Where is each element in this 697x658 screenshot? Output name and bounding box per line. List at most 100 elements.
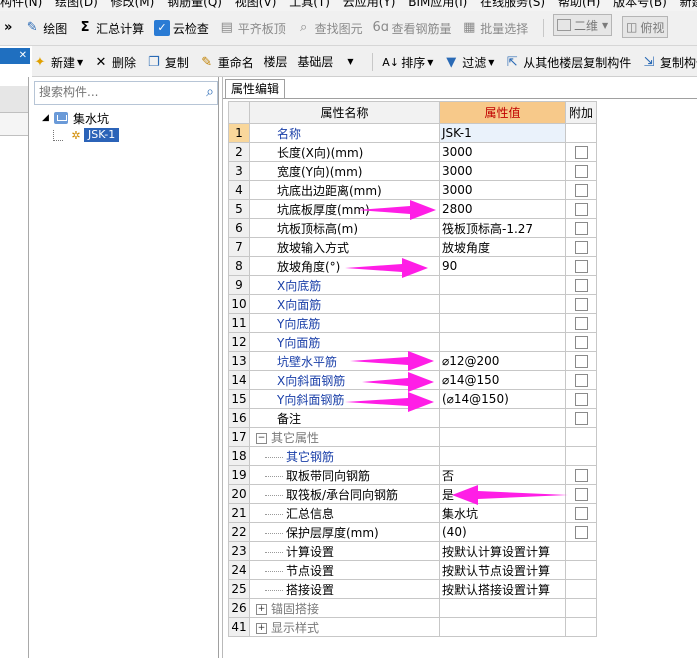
panel-tab-stub[interactable]: ✕: [0, 48, 30, 64]
property-value[interactable]: [439, 446, 566, 466]
table-row[interactable]: 2 长度(X向)(mm) 3000: [228, 142, 597, 162]
extra-checkbox[interactable]: [574, 279, 588, 292]
property-value[interactable]: 是: [439, 484, 566, 504]
extra-checkbox[interactable]: [574, 298, 588, 311]
menu-modify[interactable]: 修改(M): [111, 0, 155, 8]
extra-checkbox[interactable]: [574, 488, 588, 501]
table-row[interactable]: 8 放坡角度(°) 90: [228, 256, 597, 276]
extra-checkbox[interactable]: [574, 184, 588, 197]
extra-checkbox[interactable]: [574, 469, 588, 482]
property-value[interactable]: 90: [439, 256, 566, 276]
extra-checkbox[interactable]: [574, 146, 588, 159]
table-row[interactable]: 41 + 显示样式: [228, 617, 597, 637]
property-value[interactable]: JSK-1: [439, 123, 566, 143]
table-row[interactable]: 1 名称 JSK-1: [228, 123, 597, 143]
property-value[interactable]: 按默认节点设置计算: [439, 560, 566, 580]
table-row[interactable]: 12 Y向面筋: [228, 332, 597, 352]
flat-top-button[interactable]: ▤ 平齐板顶: [219, 11, 286, 45]
property-value[interactable]: [439, 332, 566, 352]
table-row[interactable]: 24 节点设置 按默认节点设置计算: [228, 560, 597, 580]
menu-draw[interactable]: 绘图(D): [55, 0, 98, 8]
extra-checkbox[interactable]: [574, 393, 588, 406]
expand-icon[interactable]: +: [256, 622, 267, 634]
search-input[interactable]: [35, 82, 193, 102]
property-value[interactable]: 筏板顶标高-1.27: [439, 218, 566, 238]
menu-help[interactable]: 帮助(H): [558, 0, 600, 8]
menu-version[interactable]: 版本号(B): [613, 0, 667, 8]
table-row[interactable]: 4 坑底出边距离(mm) 3000: [228, 180, 597, 200]
menu-new[interactable]: 新建变: [680, 0, 697, 8]
floor-select[interactable]: 基础层 ▼: [297, 46, 353, 76]
menu-view[interactable]: 视图(V): [235, 0, 277, 8]
property-value[interactable]: ⌀12@200: [439, 351, 566, 371]
extra-checkbox[interactable]: [574, 203, 588, 216]
extra-checkbox[interactable]: [574, 412, 588, 425]
table-row[interactable]: 20 取筏板/承台同向钢筋是: [228, 484, 597, 504]
batch-select-button[interactable]: ▦ 批量选择: [461, 11, 528, 45]
table-row[interactable]: 6 坑板顶标高(m) 筏板顶标高-1.27: [228, 218, 597, 238]
table-row[interactable]: 16 备注: [228, 408, 597, 428]
dock-strip-item[interactable]: [0, 113, 28, 136]
extra-checkbox[interactable]: [574, 260, 588, 273]
table-row[interactable]: 22 保护层厚度(mm) (40): [228, 522, 597, 542]
property-value[interactable]: (⌀14@150): [439, 389, 566, 409]
extra-checkbox[interactable]: [574, 317, 588, 330]
sum-calc-button[interactable]: Σ 汇总计算: [77, 11, 144, 45]
table-row[interactable]: 9 X向底筋: [228, 275, 597, 295]
property-value[interactable]: 放坡角度: [439, 237, 566, 257]
sort-button[interactable]: A↓ 排序 ▼: [382, 48, 433, 77]
filter-button[interactable]: ▼ 过滤 ▼: [443, 48, 494, 77]
extra-checkbox[interactable]: [574, 336, 588, 349]
table-row[interactable]: 7 放坡输入方式 放坡角度: [228, 237, 597, 257]
view-mode-select[interactable]: 二维 ▼: [552, 14, 613, 36]
property-value[interactable]: 3000: [439, 161, 566, 181]
property-value[interactable]: [439, 408, 566, 428]
menu-tools[interactable]: 工具(T): [289, 0, 330, 8]
property-value[interactable]: (40): [439, 522, 566, 542]
view-direction-select[interactable]: ◫ 俯视: [621, 16, 669, 38]
property-value[interactable]: 2800: [439, 199, 566, 219]
tree-node-jsk-1[interactable]: ✲ JSK-1: [68, 127, 120, 143]
find-element-button[interactable]: ⌕ 查找图元: [296, 11, 363, 45]
property-value[interactable]: 否: [439, 465, 566, 485]
draw-button[interactable]: ✎ 绘图: [24, 11, 67, 45]
new-button[interactable]: ✦ 新建 ▼: [32, 48, 84, 77]
table-row[interactable]: 10 X向面筋: [228, 294, 597, 314]
table-row[interactable]: 17− 其它属性: [228, 427, 597, 447]
copy-to-floor-button[interactable]: ⇲复制构件到: [641, 48, 697, 77]
extra-checkbox[interactable]: [574, 374, 588, 387]
property-value[interactable]: ⌀14@150: [439, 370, 566, 390]
menu-cloud[interactable]: 云应用(Y): [343, 0, 396, 8]
close-icon[interactable]: ✕: [19, 48, 27, 64]
table-row[interactable]: 21 汇总信息 集水坑: [228, 503, 597, 523]
delete-button[interactable]: ✕ 删除: [93, 48, 136, 77]
menu-bim[interactable]: BIM应用(I): [408, 0, 467, 8]
property-value[interactable]: [439, 294, 566, 314]
search-icon[interactable]: ⌕: [206, 84, 214, 100]
table-row[interactable]: 19 取板带同向钢筋否: [228, 465, 597, 485]
rename-button[interactable]: ✎ 重命名: [199, 48, 253, 77]
extra-checkbox[interactable]: [574, 241, 588, 254]
property-value[interactable]: [439, 313, 566, 333]
table-row[interactable]: 18 其它钢筋: [228, 446, 597, 466]
menu-rebar-qty[interactable]: 钢筋量(Q): [167, 0, 222, 8]
extra-checkbox[interactable]: [574, 222, 588, 235]
extra-checkbox[interactable]: [574, 507, 588, 520]
table-row[interactable]: 26 + 锚固搭接: [228, 598, 597, 618]
toolbar-overflow-icon[interactable]: »: [4, 20, 12, 35]
property-value[interactable]: 按默认计算设置计算: [439, 541, 566, 561]
extra-checkbox[interactable]: [574, 165, 588, 178]
table-row[interactable]: 23 计算设置 按默认计算设置计算: [228, 541, 597, 561]
table-row[interactable]: 5 坑底板厚度(mm) 2800: [228, 199, 597, 219]
property-value[interactable]: 集水坑: [439, 503, 566, 523]
menu-component[interactable]: 构件(N): [0, 0, 42, 8]
expand-icon[interactable]: +: [256, 603, 267, 615]
copy-from-floor-button[interactable]: ⇱ 从其他楼层复制构件: [504, 48, 631, 77]
table-row[interactable]: 14 X向斜面钢筋 ⌀14@150: [228, 370, 597, 390]
collapse-icon[interactable]: −: [256, 432, 267, 444]
property-value[interactable]: 3000: [439, 180, 566, 200]
extra-checkbox[interactable]: [574, 526, 588, 539]
expand-triangle-icon[interactable]: ◢: [42, 113, 54, 123]
property-value[interactable]: 按默认搭接设置计算: [439, 579, 566, 599]
tab-property-edit[interactable]: 属性编辑: [225, 79, 286, 98]
